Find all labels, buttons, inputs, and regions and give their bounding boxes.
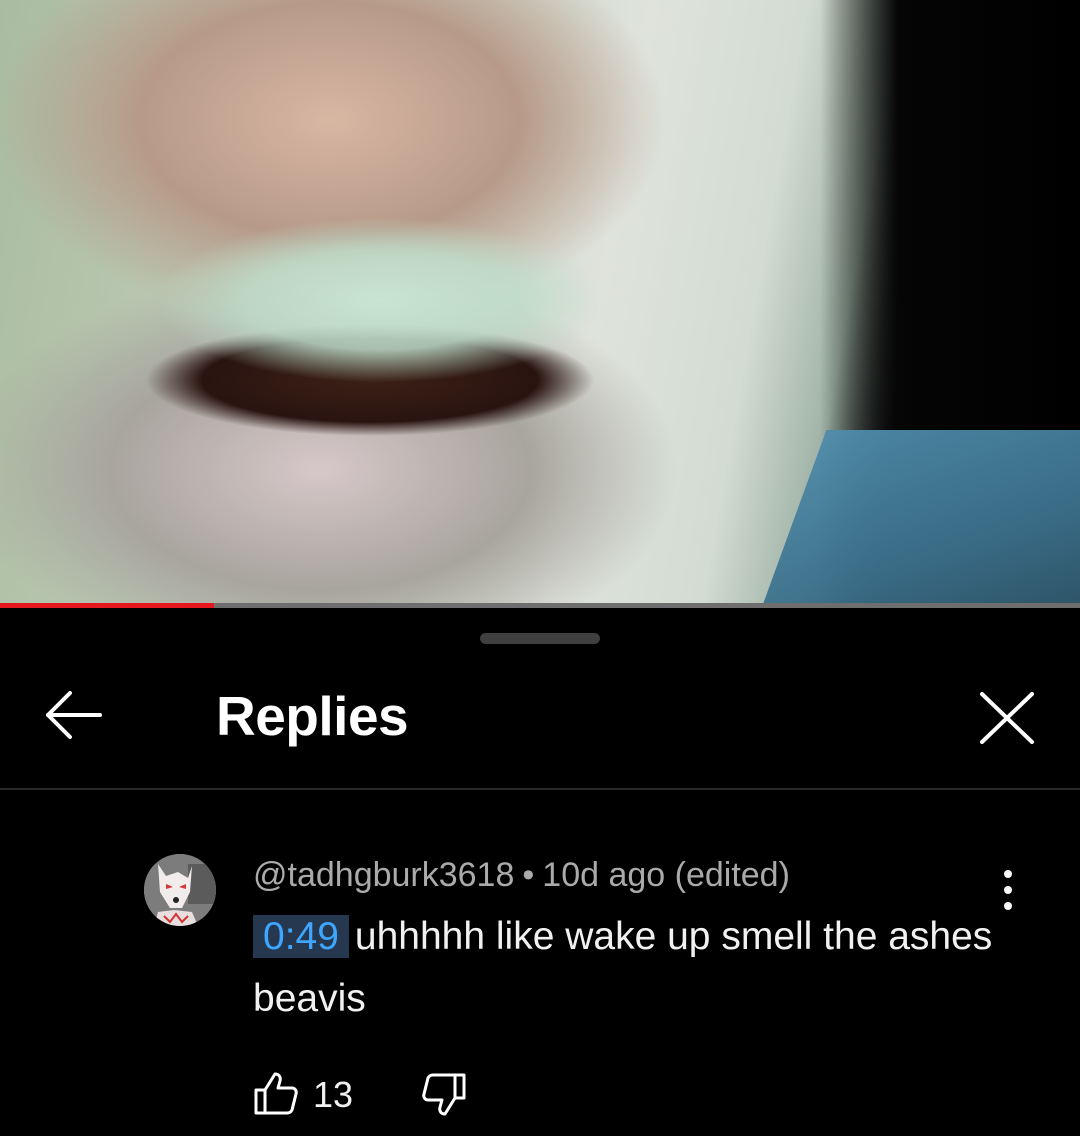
fox-mask-avatar [144, 854, 216, 926]
comment-age: 10d ago (edited) [542, 856, 790, 894]
comment-text: 0:49 uhhhhh like wake up smell the ashes … [253, 906, 1013, 1030]
thumbs-up-icon[interactable] [253, 1070, 299, 1116]
comment-actions: 13 [253, 1070, 653, 1120]
page-title: Replies [216, 685, 409, 747]
comment-body: uhhhhh like wake up smell the ashes beav… [253, 915, 993, 1020]
timestamp-link[interactable]: 0:49 [253, 915, 349, 958]
avatar[interactable] [144, 854, 216, 926]
like-count: 13 [313, 1074, 354, 1115]
sheet-drag-handle[interactable] [480, 633, 600, 644]
arrow-left-icon[interactable] [44, 690, 104, 740]
video-player[interactable] [0, 0, 1080, 608]
comment-meta: @tadhgburk3618 • 10d ago (edited) [253, 856, 790, 895]
meta-separator: • [522, 856, 535, 894]
replies-header: Replies [0, 660, 1080, 770]
video-progress-fill [0, 603, 214, 608]
thumbs-down-icon[interactable] [421, 1072, 467, 1118]
header-divider [0, 788, 1080, 790]
close-icon[interactable] [978, 690, 1036, 746]
video-progress-bar[interactable] [0, 603, 1080, 608]
video-frame-blue-object [753, 430, 1080, 608]
comment-author[interactable]: @tadhgburk3618 [253, 856, 514, 894]
